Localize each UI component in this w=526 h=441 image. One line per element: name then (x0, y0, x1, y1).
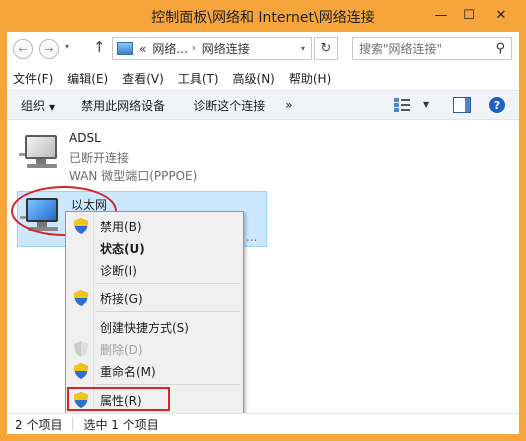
search-box[interactable]: ⚲ (352, 37, 512, 60)
maximize-button[interactable]: ☐ (458, 6, 480, 24)
disable-device-button[interactable]: 禁用此网络设备 (81, 97, 165, 114)
context-menu: 禁用(B) 状态(U) 诊断(I) 桥接(G) 创建快捷方式(S) 删除(D) … (65, 211, 244, 414)
address-bar[interactable]: « 网络... › 网络连接 ▾ (112, 37, 312, 60)
item-count: 2 个项目 (15, 417, 63, 432)
address-dropdown-icon[interactable]: ▾ (301, 44, 305, 53)
up-button[interactable]: ↑ (93, 38, 106, 56)
network-computer-icon (19, 133, 61, 171)
minimize-button[interactable]: — (430, 6, 452, 24)
menu-item-rename[interactable]: 重命名(M) (68, 360, 241, 382)
back-button[interactable]: ← (13, 39, 33, 59)
search-input[interactable] (359, 41, 487, 56)
menu-separator (96, 283, 240, 284)
menu-item-disable[interactable]: 禁用(B) (68, 215, 241, 237)
menu-advanced[interactable]: 高级(N) (233, 70, 275, 87)
menu-item-label: 重命名(M) (100, 364, 156, 379)
breadcrumb-network-connections[interactable]: 网络连接 (202, 40, 250, 57)
preview-pane-icon[interactable] (453, 97, 471, 113)
menu-item-label: 禁用(B) (100, 219, 142, 234)
control-panel-icon (117, 42, 133, 55)
menu-separator (96, 384, 240, 385)
menu-tools[interactable]: 工具(T) (178, 70, 219, 87)
close-button[interactable]: ✕ (490, 6, 512, 24)
uac-shield-icon (74, 290, 88, 306)
view-options-dropdown[interactable]: ▼ (423, 100, 429, 109)
connection-name: ADSL (69, 131, 101, 145)
menu-separator (96, 311, 240, 312)
more-commands-button[interactable]: » (285, 98, 292, 112)
uac-shield-icon (74, 363, 88, 379)
uac-shield-icon (74, 218, 88, 234)
menu-item-status[interactable]: 状态(U) (68, 237, 241, 259)
change-view-icon[interactable] (393, 97, 411, 113)
menu-item-label: 诊断(I) (100, 263, 137, 278)
chevron-down-icon: ▼ (49, 102, 56, 112)
refresh-button[interactable]: ↻ (314, 37, 338, 60)
breadcrumb-separator[interactable]: › (192, 43, 196, 54)
menu-item-bridge[interactable]: 桥接(G) (68, 287, 241, 309)
title-bar[interactable]: 控制面板\网络和 Internet\网络连接 — ☐ ✕ (0, 0, 526, 32)
menu-item-label: 状态(U) (100, 241, 145, 256)
menu-item-label: 桥接(G) (100, 291, 143, 306)
organize-button[interactable]: 组织 ▼ (21, 97, 55, 114)
search-icon[interactable]: ⚲ (495, 41, 505, 56)
diagnose-button[interactable]: 诊断这个连接 (193, 97, 265, 114)
uac-shield-icon (74, 341, 88, 357)
menu-item-diagnose[interactable]: 诊断(I) (68, 259, 241, 281)
command-bar: 组织 ▼ 禁用此网络设备 诊断这个连接 » ▼ ? (7, 90, 519, 120)
highlight-rectangle (67, 387, 170, 411)
forward-button[interactable]: → (39, 39, 59, 59)
status-bar: 2 个项目 选中 1 个项目 (7, 413, 519, 434)
status-divider (72, 417, 74, 431)
menu-file[interactable]: 文件(F) (13, 70, 53, 87)
view-icon-graphic (394, 98, 410, 112)
menu-item-delete[interactable]: 删除(D) (68, 338, 241, 360)
menu-item-label: 删除(D) (100, 342, 143, 357)
connection-device: WAN 微型端口(PPPOE) (69, 169, 198, 183)
recent-locations-dropdown[interactable]: ▾ (65, 42, 69, 51)
menu-item-label: 创建快捷方式(S) (100, 320, 189, 335)
help-icon[interactable]: ? (489, 97, 505, 113)
menu-view[interactable]: 查看(V) (122, 70, 164, 87)
connection-item-adsl[interactable]: ADSL 已断开连接 WAN 微型端口(PPPOE) (19, 127, 259, 187)
navigation-bar: ← → ▾ ↑ « 网络... › 网络连接 ▾ ↻ ⚲ (7, 32, 519, 64)
breadcrumb-network[interactable]: 网络... (152, 40, 187, 57)
connection-device: ... (246, 230, 258, 244)
menu-edit[interactable]: 编辑(E) (67, 70, 108, 87)
menu-bar: 文件(F) 编辑(E) 查看(V) 工具(T) 高级(N) 帮助(H) (7, 66, 519, 90)
selected-count: 选中 1 个项目 (83, 417, 159, 432)
organize-label: 组织 (21, 98, 46, 113)
menu-help[interactable]: 帮助(H) (289, 70, 331, 87)
menu-item-create-shortcut[interactable]: 创建快捷方式(S) (68, 316, 241, 338)
breadcrumb-overflow[interactable]: « (139, 42, 146, 56)
connection-status: 已断开连接 (69, 151, 130, 165)
